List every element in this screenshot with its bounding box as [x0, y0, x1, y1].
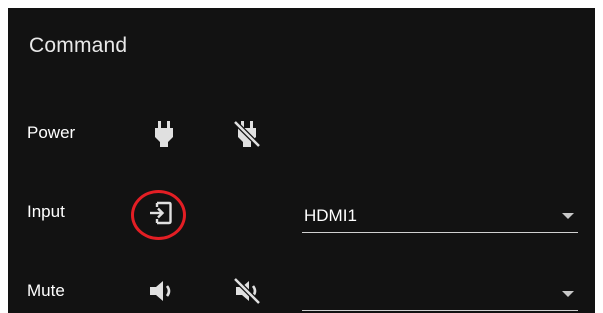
power-off-button[interactable]	[230, 117, 264, 151]
input-label: Input	[27, 202, 65, 221]
power-plug-off-icon	[233, 120, 261, 148]
mute-on-button[interactable]	[230, 274, 264, 308]
panel-title: Command	[29, 34, 128, 57]
chevron-down-icon	[562, 291, 574, 297]
input-button[interactable]	[143, 196, 177, 230]
power-on-button[interactable]	[147, 117, 181, 151]
power-label: Power	[27, 123, 76, 142]
power-plug-icon	[155, 121, 173, 147]
volume-icon	[150, 281, 171, 301]
mute-off-button[interactable]	[145, 274, 179, 308]
input-select[interactable]: HDMI1	[302, 196, 578, 233]
input-select-value: HDMI1	[304, 206, 357, 225]
command-panel: Command Power Input HDMI1 Mute	[8, 8, 595, 313]
mute-label: Mute	[27, 281, 65, 300]
chevron-down-icon	[562, 213, 574, 219]
input-icon	[150, 201, 172, 225]
mute-select[interactable]	[302, 274, 578, 311]
volume-mute-icon	[233, 277, 261, 305]
